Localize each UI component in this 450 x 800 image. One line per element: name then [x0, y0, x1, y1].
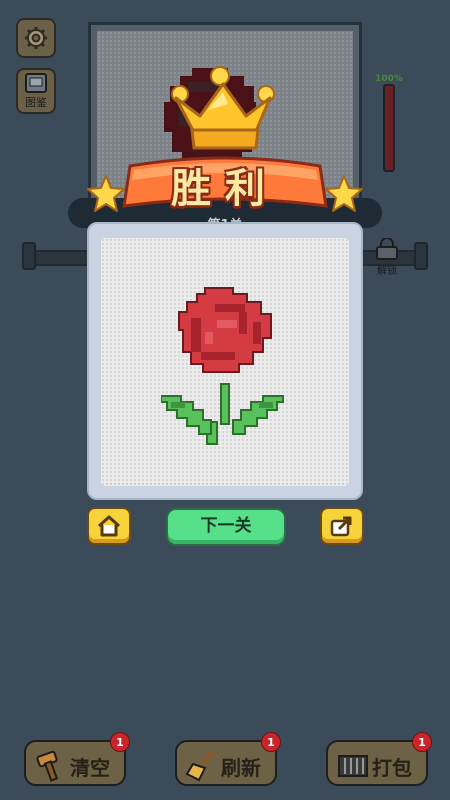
home-button[interactable]: [87, 507, 131, 545]
collection-label: 图鉴: [25, 96, 47, 109]
gear-icon: [25, 27, 47, 49]
crate-icon: [338, 755, 368, 777]
pack-button[interactable]: 打包 1: [326, 732, 432, 786]
unlock-label: 解锁: [377, 266, 397, 277]
next-level-button[interactable]: 下一关: [166, 508, 286, 546]
clear-label: 清空: [70, 756, 110, 780]
progress-bar: [383, 84, 395, 172]
pack-badge: 1: [412, 732, 432, 752]
crown-icon: [171, 66, 275, 150]
refresh-label: 刷新: [221, 756, 261, 780]
share-icon: [330, 516, 352, 537]
home-icon: [97, 515, 121, 537]
rose-artwork: [161, 287, 284, 445]
unlock-button[interactable]: 解锁: [372, 237, 402, 277]
share-button[interactable]: [320, 507, 364, 545]
star-icon-left: [87, 175, 125, 212]
result-canvas: [101, 238, 349, 486]
refresh-badge: 1: [261, 732, 281, 752]
clear-button[interactable]: 清空 1: [24, 732, 130, 786]
pack-label: 打包: [372, 756, 412, 780]
settings-button[interactable]: [16, 18, 56, 58]
refresh-button[interactable]: 刷新 1: [175, 732, 281, 786]
result-card: [87, 222, 363, 500]
book-icon: [25, 73, 47, 93]
lock-icon: [376, 237, 398, 260]
progress-fill: [385, 86, 393, 170]
clear-badge: 1: [110, 732, 130, 752]
hammer-icon: [36, 750, 59, 782]
collection-button[interactable]: 图鉴: [16, 68, 56, 114]
star-icon-right: [325, 175, 363, 212]
victory-banner: 胜利: [120, 152, 330, 218]
victory-title: 胜利: [171, 166, 279, 212]
broom-icon: [185, 750, 215, 782]
progress-percent: 100%: [375, 74, 403, 84]
